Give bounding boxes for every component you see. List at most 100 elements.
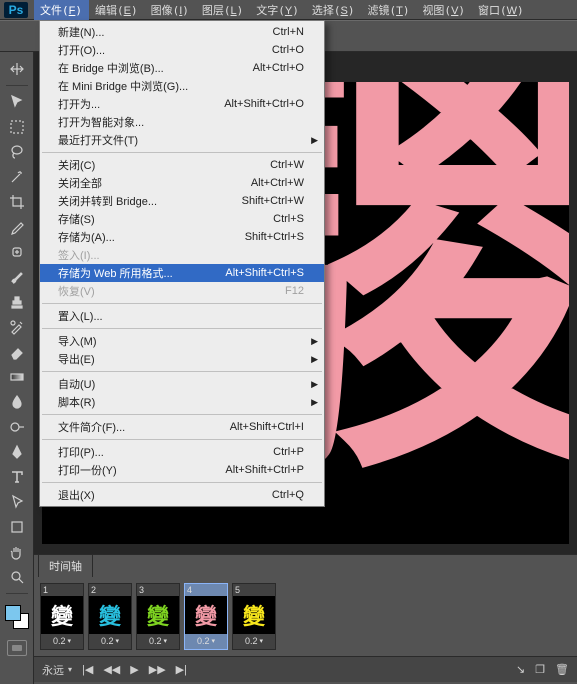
gradient-tool-icon[interactable] [5,366,29,388]
loop-mode-selector[interactable]: 永远 [42,662,72,678]
menu-item: 恢复(V)F12 [40,282,324,300]
delete-frame-button[interactable]: 🗑 [555,663,569,676]
type-tool-icon[interactable] [5,466,29,488]
menu-item-label: 置入(L)... [58,308,103,324]
menu-item[interactable]: 打开为...Alt+Shift+Ctrl+O [40,95,324,113]
frame-thumbnail: 變 [233,596,275,634]
menu-item[interactable]: 置入(L)... [40,307,324,325]
color-swatches[interactable] [5,605,29,629]
crop-tool-icon[interactable] [5,191,29,213]
quickmask-toggle-icon[interactable] [7,640,27,656]
menu-f[interactable]: 文件(F) [34,0,89,20]
menu-item[interactable]: 关闭并转到 Bridge...Shift+Ctrl+W [40,192,324,210]
menu-item-label: 打印(P)... [58,444,104,460]
dodge-tool-icon[interactable] [5,416,29,438]
menu-item-shortcut: Ctrl+O [272,44,304,56]
menu-item[interactable]: 脚本(R)▶ [40,393,324,411]
menu-e[interactable]: 编辑(E) [89,0,145,20]
marquee-tool-icon[interactable] [5,116,29,138]
menu-t[interactable]: 滤镜(T) [361,0,416,20]
menu-item[interactable]: 打印(P)...Ctrl+P [40,443,324,461]
move-tool-icon[interactable] [5,91,29,113]
menu-item-label: 打印一份(Y) [58,462,117,478]
duplicate-frame-button[interactable]: ❐ [535,663,545,676]
menu-item[interactable]: 存储为 Web 所用格式...Alt+Shift+Ctrl+S [40,264,324,282]
frame-duration[interactable]: 0.2 [185,634,227,649]
menu-item[interactable]: 新建(N)...Ctrl+N [40,23,324,41]
history-brush-tool-icon[interactable] [5,316,29,338]
menu-item[interactable]: 最近打开文件(T)▶ [40,131,324,149]
animation-frame[interactable]: 2變0.2 [88,583,132,650]
menu-i[interactable]: 图像(I) [145,0,196,20]
frame-duration[interactable]: 0.2 [41,634,83,649]
frame-thumbnail: 變 [137,596,179,634]
menu-item[interactable]: 存储(S)Ctrl+S [40,210,324,228]
menu-l[interactable]: 图层(L) [196,0,250,20]
animation-frame[interactable]: 1變0.2 [40,583,84,650]
menu-item-shortcut: Alt+Ctrl+W [251,177,304,189]
menu-item-shortcut: Ctrl+Q [272,489,304,501]
menu-s[interactable]: 选择(S) [306,0,362,20]
animation-frame[interactable]: 5變0.2 [232,583,276,650]
foreground-color-swatch[interactable] [5,605,21,621]
pen-tool-icon[interactable] [5,441,29,463]
menu-separator [42,414,322,415]
menu-item[interactable]: 退出(X) Ctrl+Q [40,486,324,504]
menu-v[interactable]: 视图(V) [416,0,472,20]
menu-item[interactable]: 打开(O)... Ctrl+O [40,41,324,59]
healing-brush-tool-icon[interactable] [5,241,29,263]
reposition-icon[interactable] [5,58,29,80]
brush-tool-icon[interactable] [5,266,29,288]
menu-item-label: 打开(O)... [58,42,105,58]
frame-index: 3 [137,584,179,596]
animation-frame[interactable]: 4變0.2 [184,583,228,650]
menu-separator [42,328,322,329]
next-frame-button[interactable]: ▶▶ [149,663,166,676]
frame-duration[interactable]: 0.2 [233,634,275,649]
last-frame-button[interactable]: ▶| [176,663,187,676]
menu-item[interactable]: 导出(E)▶ [40,350,324,368]
menu-item[interactable]: 在 Bridge 中浏览(B)...Alt+Ctrl+O [40,59,324,77]
menu-item[interactable]: 关闭(C)Ctrl+W [40,156,324,174]
eraser-tool-icon[interactable] [5,341,29,363]
menu-item-label: 签入(I)... [58,247,100,263]
menu-item-label: 存储为(A)... [58,229,115,245]
frame-thumbnail: 變 [41,596,83,634]
menu-w[interactable]: 窗口(W) [472,0,531,20]
menu-item[interactable]: 导入(M)▶ [40,332,324,350]
menu-item-label: 退出(X) [58,487,95,503]
frame-strip: 1變0.22變0.23變0.24變0.25變0.2 [34,577,577,656]
eyedropper-tool-icon[interactable] [5,216,29,238]
menu-item-label: 最近打开文件(T) [58,132,138,148]
menu-item[interactable]: 打开为智能对象... [40,113,324,131]
tween-button[interactable]: ↘ [516,663,525,676]
menu-item[interactable]: 关闭全部Alt+Ctrl+W [40,174,324,192]
first-frame-button[interactable]: |◀ [82,663,93,676]
frame-duration[interactable]: 0.2 [89,634,131,649]
frame-index: 5 [233,584,275,596]
blur-tool-icon[interactable] [5,391,29,413]
hand-tool-icon[interactable] [5,541,29,563]
zoom-tool-icon[interactable] [5,566,29,588]
menu-item[interactable]: 在 Mini Bridge 中浏览(G)... [40,77,324,95]
tab-timeline[interactable]: 时间轴 [38,554,93,577]
menu-item[interactable]: 自动(U)▶ [40,375,324,393]
play-button[interactable]: ▶ [130,663,138,676]
path-select-tool-icon[interactable] [5,491,29,513]
submenu-arrow-icon: ▶ [311,354,318,365]
menu-item[interactable]: 打印一份(Y)Alt+Shift+Ctrl+P [40,461,324,479]
menu-item-shortcut: Shift+Ctrl+W [242,195,304,207]
animation-frame[interactable]: 3變0.2 [136,583,180,650]
lasso-tool-icon[interactable] [5,141,29,163]
submenu-arrow-icon: ▶ [311,379,318,390]
frame-duration[interactable]: 0.2 [137,634,179,649]
magic-wand-tool-icon[interactable] [5,166,29,188]
menu-y[interactable]: 文字(Y) [250,0,306,20]
menu-item[interactable]: 存储为(A)...Shift+Ctrl+S [40,228,324,246]
menu-item[interactable]: 文件简介(F)...Alt+Shift+Ctrl+I [40,418,324,436]
shape-tool-icon[interactable] [5,516,29,538]
menu-item-shortcut: Ctrl+N [273,26,304,38]
frame-index: 1 [41,584,83,596]
prev-frame-button[interactable]: ◀◀ [103,663,120,676]
stamp-tool-icon[interactable] [5,291,29,313]
